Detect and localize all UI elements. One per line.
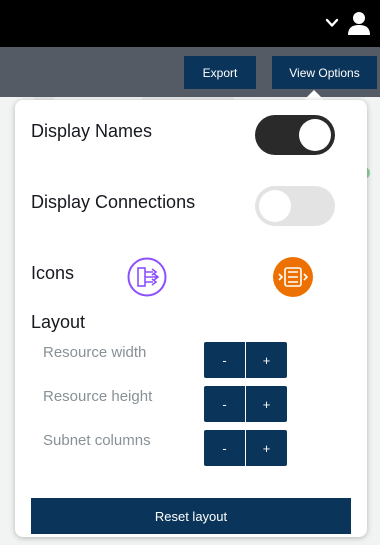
resource-height-stepper: - + [204,386,287,422]
toggle-knob [299,119,331,151]
resource-height-increase-button[interactable]: + [246,386,287,422]
resource-width-decrease-button[interactable]: - [204,342,245,378]
display-names-toggle[interactable] [255,115,335,155]
resource-width-stepper: - + [204,342,287,378]
toggle-knob [259,190,291,222]
layout-heading: Layout [31,312,86,332]
nat-gateway-icon[interactable] [127,257,167,297]
popover-caret [304,90,324,100]
resource-width-increase-button[interactable]: + [246,342,287,378]
load-balancer-icon[interactable] [273,257,313,297]
display-connections-toggle[interactable] [255,186,335,226]
resource-height-label: Resource height [43,388,153,405]
subnet-columns-increase-button[interactable]: + [246,430,287,466]
icons-label: Icons [31,263,75,283]
resource-width-label: Resource width [43,344,147,361]
subnet-columns-decrease-button[interactable]: - [204,430,245,466]
user-icon[interactable] [346,10,372,36]
view-options-panel: Display Names Display Connections Icons … [15,100,367,537]
export-button[interactable]: Export [184,56,256,89]
chevron-down-icon[interactable] [324,15,340,31]
top-navigation-bar [0,0,380,47]
resource-height-decrease-button[interactable]: - [204,386,245,422]
view-options-button[interactable]: View Options [272,56,377,89]
display-names-label: Display Names [31,121,153,141]
subnet-columns-stepper: - + [204,430,287,466]
subnet-columns-label: Subnet columns [43,432,151,449]
reset-layout-button[interactable]: Reset layout [31,498,351,534]
display-connections-label: Display Connections [31,192,196,212]
